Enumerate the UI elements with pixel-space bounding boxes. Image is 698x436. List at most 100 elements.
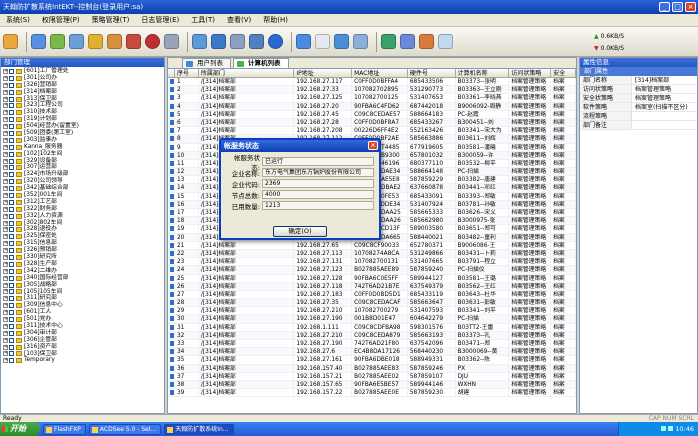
expand-icon[interactable]: + (3, 165, 8, 171)
exit-icon[interactable] (438, 34, 453, 49)
tree-checkbox[interactable] (9, 158, 14, 164)
table-row[interactable]: 22/[314]档案部 192.168.27.113 10708274A8CA 531… (168, 249, 576, 259)
property-row[interactable]: 安全状策略 档案管理策略 (580, 94, 697, 103)
table-row[interactable]: 39/[314]档案部 192.168.157.22 B027885AEE0E 587… (168, 389, 576, 398)
table-row[interactable]: 37/[314]档案部 192.168.157.21 B027885AEE02 587… (168, 372, 576, 381)
expand-icon[interactable]: + (3, 317, 8, 322)
column-header[interactable]: 序号 (175, 69, 199, 77)
expand-icon[interactable]: + (3, 227, 8, 233)
tree-node[interactable]: + [328]生产部 (3, 261, 162, 268)
tree-checkbox[interactable] (9, 220, 14, 226)
column-header[interactable]: 安全 (551, 69, 576, 77)
monitor-icon[interactable] (296, 34, 311, 49)
minimize-button[interactable]: _ (659, 2, 670, 12)
tree-checkbox[interactable] (9, 282, 14, 288)
table-row[interactable]: 21/[314]档案部 192.168.27.65 C09C8CF90033 6527… (168, 241, 576, 250)
expand-icon[interactable]: + (3, 186, 8, 192)
menu-item[interactable]: 日志管理(E) (135, 15, 185, 25)
tree-checkbox[interactable] (9, 213, 14, 219)
tree-node[interactable]: + [305]战略部 (3, 282, 162, 289)
grid-icon[interactable] (400, 34, 415, 49)
table-row[interactable]: 23/[314]档案部 192.168.27.131 107082700131 531… (168, 258, 576, 267)
network-icon[interactable] (381, 34, 396, 49)
tree-checkbox[interactable] (9, 151, 14, 157)
pencil-icon[interactable] (192, 34, 207, 49)
expand-icon[interactable]: + (3, 282, 8, 288)
tree-node[interactable]: + [326]预销部 (3, 247, 162, 254)
tree-node[interactable]: + Temporary (3, 357, 162, 364)
expand-icon[interactable]: + (3, 151, 8, 157)
tree-node[interactable]: + [314]档案部 (3, 89, 162, 96)
key-icon[interactable] (107, 34, 122, 49)
tab-user-list[interactable]: 用户列表 (182, 58, 231, 68)
table-row[interactable]: 35/[314]档案部 192.168.27.161 90FBA6DBE018 588… (168, 356, 576, 365)
expand-icon[interactable]: + (3, 96, 8, 102)
expand-icon[interactable]: + (3, 124, 8, 130)
property-row[interactable]: 部门备注 (580, 121, 697, 130)
block-icon[interactable] (145, 34, 160, 49)
expand-icon[interactable]: + (3, 75, 8, 81)
tree-node[interactable]: + [501]党办 (3, 316, 162, 323)
expand-icon[interactable]: + (3, 213, 8, 219)
table-row[interactable]: 25/[314]档案部 192.168.27.128 90FBA6C0E5FF 589… (168, 274, 576, 283)
tree-node[interactable]: + [330]研究所 (3, 254, 162, 261)
expand-icon[interactable]: + (3, 137, 8, 143)
tree-checkbox[interactable] (9, 206, 14, 212)
tree-checkbox[interactable] (9, 234, 14, 240)
expand-icon[interactable]: + (3, 358, 8, 364)
export-icon[interactable] (353, 34, 368, 49)
tree-checkbox[interactable] (9, 317, 14, 322)
tray-network-icon[interactable] (661, 426, 667, 431)
expand-icon[interactable]: + (3, 89, 8, 95)
column-header[interactable]: 硬件号 (408, 69, 456, 77)
expand-icon[interactable]: + (3, 323, 8, 329)
menu-item[interactable]: 策略管理(T) (86, 15, 136, 25)
expand-icon[interactable]: + (3, 172, 8, 178)
tree-checkbox[interactable] (9, 117, 14, 123)
tree-checkbox[interactable] (9, 103, 14, 109)
expand-icon[interactable]: + (3, 110, 8, 116)
tree-checkbox[interactable] (9, 330, 14, 336)
tree-checkbox[interactable] (9, 192, 14, 198)
dialog-close-button[interactable]: × (368, 141, 378, 150)
table-row[interactable]: 7/[314]档案部 192.168.27.208 00226D6FF4E2 5521… (168, 127, 576, 136)
settings-icon[interactable] (249, 34, 264, 49)
expand-icon[interactable]: + (3, 289, 8, 295)
column-header[interactable]: IP地址 (294, 69, 353, 77)
tree-node[interactable]: + [504]经营办(留置室) (3, 123, 162, 130)
expand-icon[interactable]: + (3, 310, 8, 316)
expand-icon[interactable]: + (3, 330, 8, 336)
expand-icon[interactable]: + (3, 351, 8, 357)
tree-checkbox[interactable] (9, 89, 14, 95)
tree-node[interactable]: + [301]公司办 (3, 75, 162, 82)
table-row[interactable]: 2/[314]档案部 192.168.27.33 107082702895 53129… (168, 86, 576, 95)
tree-node[interactable]: + [342]基础综合部 (3, 185, 162, 192)
tree-checkbox[interactable] (9, 261, 14, 267)
tree-checkbox[interactable] (9, 337, 14, 343)
tree-checkbox[interactable] (9, 303, 14, 309)
tree-checkbox[interactable] (9, 96, 14, 102)
users-icon[interactable] (31, 34, 46, 49)
tree-checkbox[interactable] (9, 68, 14, 74)
group-icon[interactable] (50, 34, 65, 49)
table-row[interactable]: 27/[314]档案部 192.168.27.183 C0FF0D0BD5D1 685… (168, 290, 576, 300)
tree-node[interactable]: + [103]保卫部 (3, 351, 162, 358)
tree-checkbox[interactable] (9, 199, 14, 205)
table-row[interactable]: 28/[314]档案部 192.168.27.35 C09C8CEDACAF 5856… (168, 299, 576, 308)
table-row[interactable]: 6/[314]档案部 192.168.27.28 C0FF0D0BF8A7 68543… (168, 118, 576, 128)
table-row[interactable]: 5/[314]档案部 192.168.27.45 C09C8CEDAE57 58866… (168, 110, 576, 119)
expand-icon[interactable]: + (3, 206, 8, 212)
tree-node[interactable]: + [312]工艺部 (3, 199, 162, 206)
expand-icon[interactable]: + (3, 220, 8, 226)
people-icon[interactable] (419, 34, 434, 49)
ok-button[interactable]: 确定(O) (273, 226, 327, 237)
help-icon[interactable] (268, 34, 283, 49)
tree-node[interactable]: + [332]人力资源 (3, 213, 162, 220)
tools-icon[interactable] (230, 34, 245, 49)
column-header[interactable] (168, 69, 175, 77)
tree-node[interactable]: + Kanna_服务器 (3, 144, 162, 151)
tree-checkbox[interactable] (9, 186, 14, 192)
expand-icon[interactable]: + (3, 303, 8, 309)
tree-checkbox[interactable] (9, 358, 14, 364)
tree-checkbox[interactable] (9, 110, 14, 116)
